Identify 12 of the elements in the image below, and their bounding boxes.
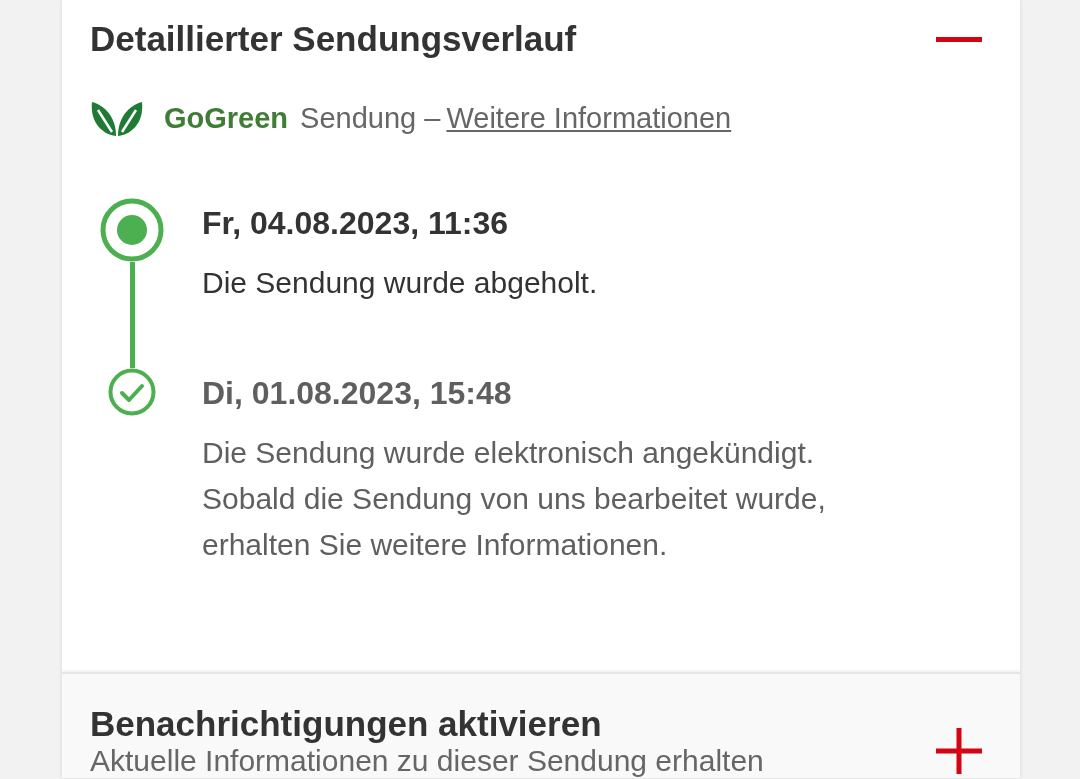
section-title: Benachrichtigungen aktivieren — [90, 704, 603, 744]
event-description: Die Sendung wurde abgeholt. — [202, 265, 599, 301]
section-description: Aktuelle Informationen zu dieser Sendung erhalten — [90, 744, 764, 778]
gogreen-label: GoGreen — [164, 101, 289, 135]
event-description: Die Sendung wurde elektronisch angekündigt. Sobald die Sendung von uns bearbeitet wurde, erhalten Sie weitere Informationen. — [202, 435, 827, 563]
shipment-label: Sendung – — [300, 101, 441, 135]
section-title: Detaillierter Sendungsverlauf — [90, 18, 577, 60]
expand-button[interactable] — [936, 728, 982, 774]
event-date: Fr, 04.08.2023, 11:36 — [202, 204, 510, 243]
more-info-link[interactable]: Weitere Informationen — [446, 101, 732, 135]
collapse-button[interactable] — [936, 36, 982, 42]
event-date: Di, 01.08.2023, 15:48 — [202, 374, 513, 413]
